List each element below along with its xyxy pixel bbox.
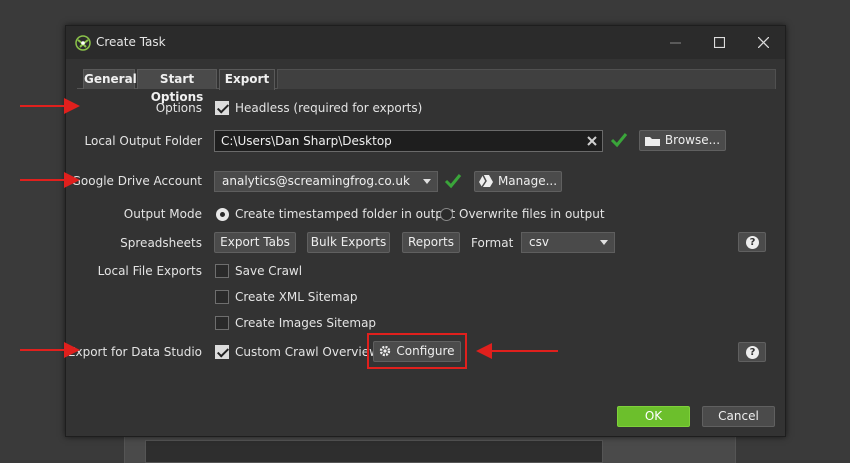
overwrite-files-label: Overwrite files in output bbox=[459, 207, 605, 221]
clear-icon[interactable] bbox=[587, 136, 597, 146]
spreadsheets-help-button[interactable]: ? bbox=[738, 232, 766, 252]
local-output-folder-label: Local Output Folder bbox=[84, 134, 203, 148]
background-panel-inner bbox=[145, 440, 603, 463]
window-title: Create Task bbox=[96, 35, 166, 49]
annotation-arrow-data-studio bbox=[20, 342, 80, 358]
google-drive-icon bbox=[478, 175, 493, 187]
title-bar[interactable]: Create Task bbox=[66, 26, 785, 59]
radio-overwrite-files[interactable] bbox=[440, 208, 453, 221]
output-folder-check-icon bbox=[610, 133, 628, 148]
frog-app-icon bbox=[75, 35, 91, 51]
options-label: Options bbox=[155, 101, 202, 115]
xml-sitemap-checkbox[interactable] bbox=[215, 290, 229, 304]
tab-general[interactable]: General bbox=[83, 69, 137, 89]
format-value: csv bbox=[529, 235, 549, 249]
configure-button[interactable]: Configure bbox=[373, 341, 461, 362]
custom-crawl-overview-label: Custom Crawl Overview bbox=[235, 345, 379, 359]
minimize-icon bbox=[669, 42, 681, 44]
images-sitemap-label: Create Images Sitemap bbox=[235, 316, 377, 330]
create-task-dialog: Create Task General Start Options Export… bbox=[65, 25, 786, 437]
data-studio-label: Export for Data Studio bbox=[67, 345, 202, 359]
annotation-arrow-google-drive bbox=[20, 172, 80, 188]
help-icon: ? bbox=[746, 346, 759, 359]
manage-button[interactable]: Manage... bbox=[474, 171, 562, 192]
images-sitemap-checkbox[interactable] bbox=[215, 316, 229, 330]
help-icon: ? bbox=[746, 236, 759, 249]
ok-button[interactable]: OK bbox=[617, 406, 690, 427]
close-icon bbox=[757, 37, 769, 48]
bulk-exports-button[interactable]: Bulk Exports bbox=[307, 232, 390, 253]
tab-strip bbox=[277, 69, 776, 89]
google-drive-account-label: Google Drive Account bbox=[71, 174, 202, 188]
spreadsheets-label: Spreadsheets bbox=[120, 236, 202, 250]
tab-bar: General Start Options Export bbox=[77, 69, 776, 104]
configure-button-label: Configure bbox=[396, 344, 455, 358]
timestamped-folder-label: Create timestamped folder in output bbox=[235, 207, 456, 221]
save-crawl-label: Save Crawl bbox=[235, 264, 303, 278]
drive-account-check-icon bbox=[444, 174, 462, 189]
chevron-down-icon bbox=[600, 240, 608, 245]
maximize-icon bbox=[713, 37, 725, 48]
browse-button-label: Browse... bbox=[664, 133, 721, 147]
cancel-button[interactable]: Cancel bbox=[702, 406, 775, 427]
format-select[interactable]: csv bbox=[521, 232, 615, 253]
close-button[interactable] bbox=[741, 26, 785, 59]
tab-export[interactable]: Export bbox=[219, 69, 275, 90]
browse-button[interactable]: Browse... bbox=[639, 130, 726, 151]
local-output-folder-input[interactable]: C:\Users\Dan Sharp\Desktop bbox=[214, 130, 603, 152]
output-mode-label: Output Mode bbox=[123, 207, 202, 221]
format-label: Format bbox=[471, 236, 514, 250]
radio-timestamped-folder[interactable] bbox=[216, 208, 229, 221]
annotation-arrow-options bbox=[20, 98, 80, 114]
annotation-arrow-configure bbox=[476, 343, 558, 359]
google-drive-account-value: analytics@screamingfrog.co.uk bbox=[222, 174, 410, 188]
data-studio-help-button[interactable]: ? bbox=[738, 342, 766, 362]
chevron-down-icon bbox=[423, 179, 431, 184]
export-tabs-button[interactable]: Export Tabs bbox=[214, 232, 296, 253]
manage-button-label: Manage... bbox=[497, 174, 558, 188]
save-crawl-checkbox[interactable] bbox=[215, 264, 229, 278]
headless-label: Headless (required for exports) bbox=[235, 101, 423, 115]
minimize-button[interactable] bbox=[653, 26, 697, 59]
maximize-button[interactable] bbox=[697, 26, 741, 59]
local-file-exports-label: Local File Exports bbox=[97, 264, 202, 278]
google-drive-account-select[interactable]: analytics@screamingfrog.co.uk bbox=[214, 171, 438, 192]
tab-start-options[interactable]: Start Options bbox=[137, 69, 217, 104]
folder-icon bbox=[644, 137, 660, 146]
headless-checkbox[interactable] bbox=[215, 101, 229, 115]
xml-sitemap-label: Create XML Sitemap bbox=[235, 290, 358, 304]
gear-icon bbox=[380, 345, 391, 357]
custom-crawl-overview-checkbox[interactable] bbox=[215, 345, 229, 359]
reports-button[interactable]: Reports bbox=[402, 232, 460, 253]
